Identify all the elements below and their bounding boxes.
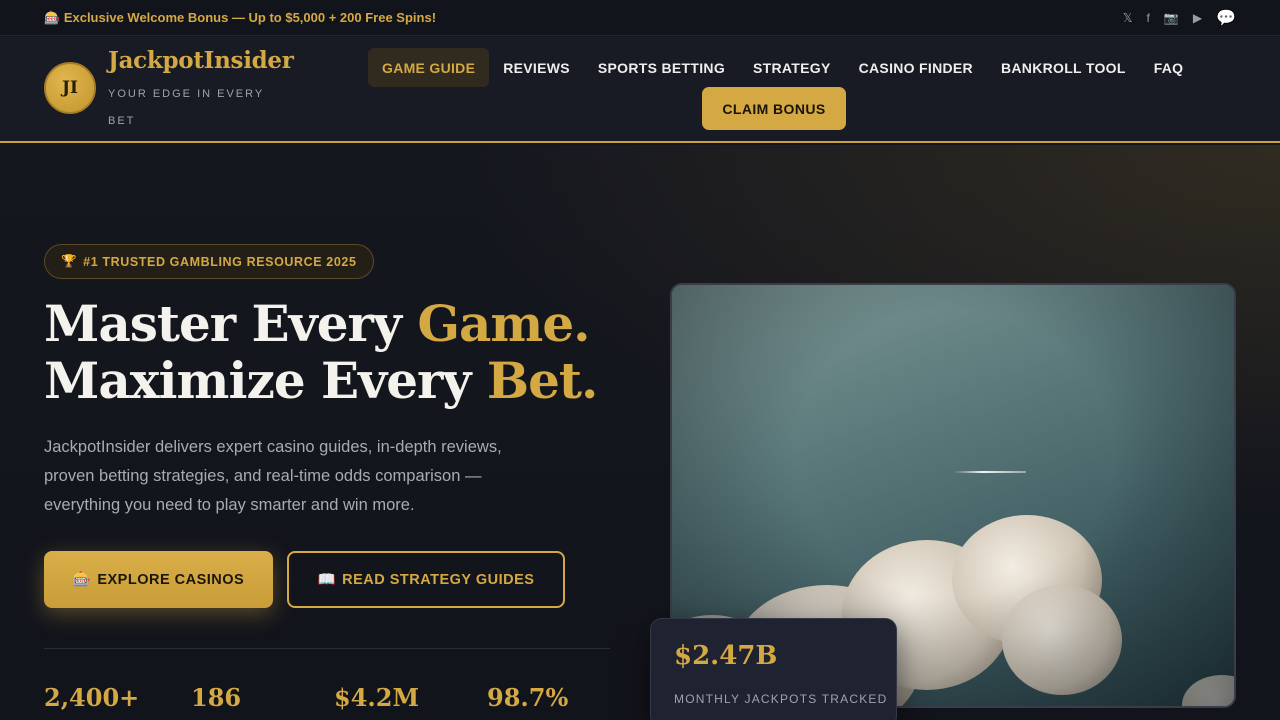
nav-item-sports-betting[interactable]: SPORTS BETTING [584,48,739,87]
stat-value: $4.2M [334,683,420,712]
headline-line2-highlight: Bet. [486,351,599,410]
nav-item-faq[interactable]: FAQ [1140,48,1198,87]
hero-section: 🏆 #1 TRUSTED GAMBLING RESOURCE 2025 Mast… [0,145,1280,720]
hero-headline: Master Every Game. Maximize Every Bet. [44,294,599,410]
trusted-badge-text: #1 TRUSTED GAMBLING RESOURCE 2025 [83,254,357,269]
site-header: JI JackpotInsider YOUR EDGE IN EVERY BET… [0,37,1280,143]
stats-divider [44,648,610,649]
slot-machine-icon: 🎰 [44,10,61,25]
headline-line1-text: Master Every [44,294,418,353]
jackpots-stat-card: $2.47B MONTHLY JACKPOTS TRACKED [650,618,897,720]
nav-item-game-guide[interactable]: GAME GUIDE [368,48,490,87]
main-nav: GAME GUIDE REVIEWS SPORTS BETTING STRATE… [368,48,1197,87]
x-icon[interactable]: 𝕏 [1123,11,1133,25]
promo-banner[interactable]: 🎰 Exclusive Welcome Bonus — Up to $5,000… [44,10,436,26]
nav-item-bankroll-tool[interactable]: BANKROLL TOOL [987,48,1140,87]
claim-bonus-button[interactable]: CLAIM BONUS [702,87,846,130]
headline-line2-text: Maximize Every [44,351,487,410]
jackpots-value: $2.47B [674,641,778,671]
headline-line1-highlight: Game. [417,294,590,353]
slot-machine-icon: 🎰 [72,572,92,588]
chat-icon[interactable]: 💬 [1216,8,1236,28]
read-strategy-guides-label: READ STRATEGY GUIDES [342,571,535,588]
jackpots-label: MONTHLY JACKPOTS TRACKED [674,692,888,706]
instagram-icon[interactable]: 📷 [1164,11,1179,25]
youtube-icon[interactable]: ▶ [1193,11,1202,25]
logo-badge[interactable]: JI [44,62,96,114]
stat-value: 98.7% [487,683,569,712]
stat-value: 2,400+ [44,683,140,712]
promo-text: Exclusive Welcome Bonus — Up to $5,000 +… [63,10,437,25]
nav-item-casino-finder[interactable]: CASINO FINDER [845,48,987,87]
brand-name[interactable]: JackpotInsider [108,47,294,74]
explore-casinos-label: EXPLORE CASINOS [97,571,245,588]
hero-description: JackpotInsider delivers expert casino gu… [44,438,502,514]
nav-item-strategy[interactable]: STRATEGY [739,48,845,87]
trophy-icon: 🏆 [61,254,78,268]
explore-casinos-button[interactable]: 🎰 EXPLORE CASINOS [44,551,273,608]
facebook-icon[interactable]: f [1147,11,1150,25]
trusted-badge: 🏆 #1 TRUSTED GAMBLING RESOURCE 2025 [44,244,374,279]
announcement-bar: 🎰 Exclusive Welcome Bonus — Up to $5,000… [0,0,1280,36]
stat-value: 186 [191,683,242,712]
nav-item-reviews[interactable]: REVIEWS [489,48,584,87]
book-icon: 📖 [317,572,337,588]
brand-tagline: YOUR EDGE IN EVERY BET [108,88,265,127]
read-strategy-guides-button[interactable]: 📖 READ STRATEGY GUIDES [287,551,565,608]
social-links: 𝕏 f 📷 ▶ 💬 [1123,8,1236,28]
